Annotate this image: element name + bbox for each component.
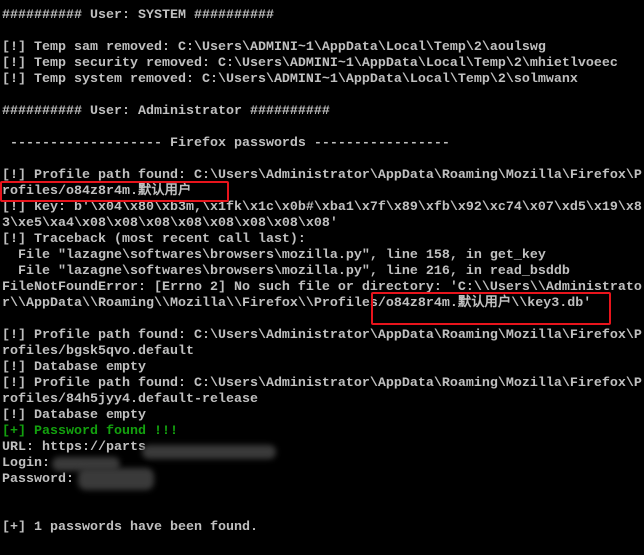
terminal-line: URL: https://parts [2, 440, 146, 455]
terminal-line: rofiles/84h5jyy4.default-release [2, 392, 258, 407]
terminal-line: [!] Database empty [2, 360, 146, 375]
highlight-box-key3-path [371, 292, 611, 325]
terminal-line: [!] Profile path found: C:\Users\Adminis… [2, 328, 642, 343]
highlight-box-profile-path [0, 181, 229, 202]
terminal-line: [!] Temp sam removed: C:\Users\ADMINI~1\… [2, 40, 546, 55]
terminal-line: 3\xe5\xa4\x08\x08\x08\x08\x08\x08\x08\x0… [2, 216, 338, 231]
terminal-line: [!] Profile path found: C:\Users\Adminis… [2, 376, 642, 391]
terminal-line: File "lazagne\softwares\browsers\mozilla… [2, 248, 546, 263]
terminal-line: [!] key: b'\x04\x80\xb3m,\x1fk\x1c\x0b#\… [2, 200, 642, 215]
terminal-line: [!] Database empty [2, 408, 146, 423]
terminal-line: [!] Temp security removed: C:\Users\ADMI… [2, 56, 618, 71]
terminal-line: ########## User: SYSTEM ########## [2, 8, 274, 23]
terminal-line: [!] Temp system removed: C:\Users\ADMINI… [2, 72, 578, 87]
redacted-url [142, 445, 276, 459]
terminal-line: File "lazagne\softwares\browsers\mozilla… [2, 264, 570, 279]
terminal-line: [+] 1 passwords have been found. [2, 520, 258, 535]
terminal-line: rofiles/bgsk5qvo.default [2, 344, 194, 359]
terminal-line: ########## User: Administrator #########… [2, 104, 330, 119]
terminal-line: [!] Traceback (most recent call last): [2, 232, 306, 247]
terminal-line: ------------------- Firefox passwords --… [2, 136, 450, 151]
redacted-password [78, 468, 154, 490]
terminal-line: [+] Password found !!! [2, 424, 178, 439]
